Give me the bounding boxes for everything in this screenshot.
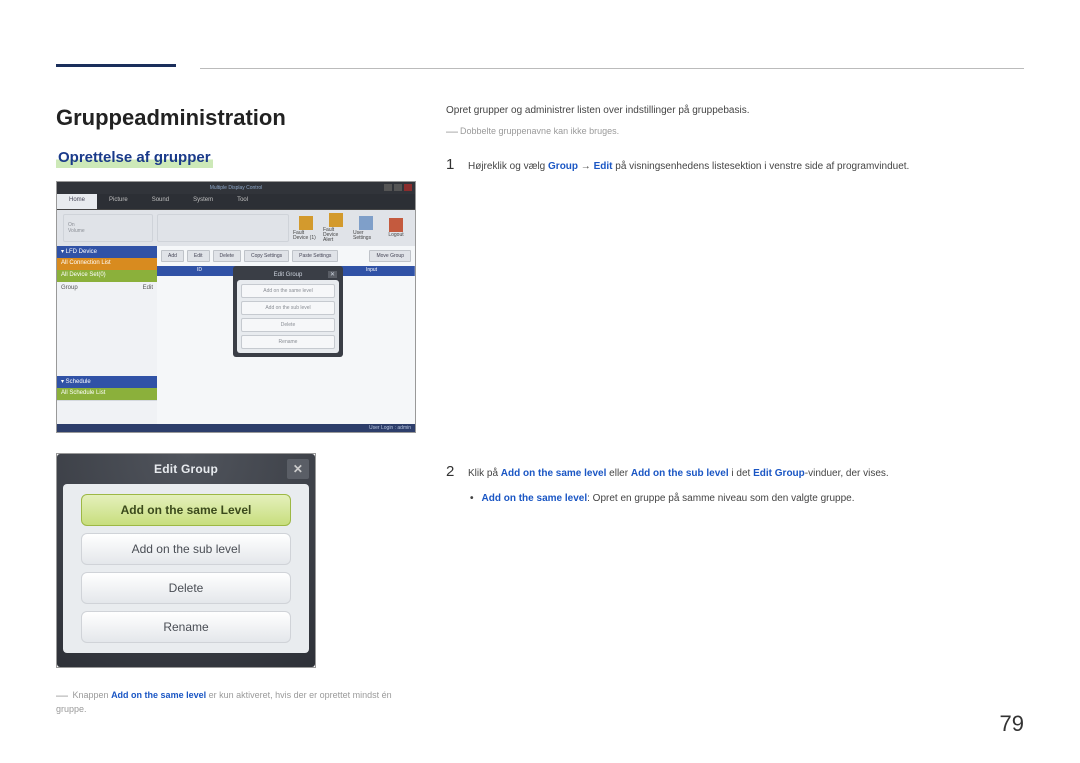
minimize-icon[interactable] bbox=[384, 184, 392, 191]
heading-h2: Oprettelse af grupper bbox=[56, 147, 213, 168]
tab-tool[interactable]: Tool bbox=[225, 194, 260, 209]
warning-icon bbox=[299, 216, 313, 230]
right-column: Opret grupper og administrer listen over… bbox=[446, 105, 1024, 715]
screenshot-edit-group-dialog: Edit Group ✕ Add on the same Level Add o… bbox=[56, 453, 316, 668]
btn-edit[interactable]: Edit bbox=[187, 250, 210, 262]
sidebar-item-all-connection[interactable]: All Connection List bbox=[57, 258, 157, 270]
intro-text: Opret grupper og administrer listen over… bbox=[446, 105, 1024, 116]
tab-picture[interactable]: Picture bbox=[97, 194, 140, 209]
toolbar-user-settings[interactable]: User Settings bbox=[353, 216, 379, 241]
mdc-titlebar: Multiple Display Control bbox=[57, 182, 415, 194]
editgroup-title: Edit Group ✕ bbox=[57, 454, 315, 484]
toolbar-group-spacer bbox=[157, 214, 289, 242]
sidebar-header-schedule[interactable]: ▾ Schedule bbox=[57, 376, 157, 388]
popup-btn-rename[interactable]: Rename bbox=[241, 335, 335, 349]
btn-delete[interactable]: Delete bbox=[213, 250, 241, 262]
two-column-layout: Gruppeadministration Oprettelse af grupp… bbox=[56, 60, 1024, 715]
window-buttons bbox=[384, 184, 412, 191]
btn-copy[interactable]: Copy Settings bbox=[244, 250, 289, 262]
mdc-statusbar: User Login : admin bbox=[57, 424, 415, 432]
col-id: ID bbox=[157, 266, 243, 276]
mdc-tabs: Home Picture Sound System Tool bbox=[57, 194, 415, 210]
step-2: 2 Klik på Add on the same level eller Ad… bbox=[446, 463, 1024, 481]
toolbar-logout[interactable]: Logout bbox=[383, 218, 409, 238]
popup-btn-delete[interactable]: Delete bbox=[241, 318, 335, 332]
note-duplicate-names: ―Dobbelte gruppenavne kan ikke bruges. bbox=[446, 124, 1024, 138]
toolbar-fault-alert[interactable]: Fault Device Alert bbox=[323, 213, 349, 243]
mdc-toolbar: OnVolume Fault Device (1) Fault Device A… bbox=[57, 210, 415, 246]
tab-home[interactable]: Home bbox=[57, 194, 97, 209]
alert-icon bbox=[329, 213, 343, 227]
logout-icon bbox=[389, 218, 403, 232]
maximize-icon[interactable] bbox=[394, 184, 402, 191]
heading-h1: Gruppeadministration bbox=[56, 105, 416, 131]
editgroup-btn-delete[interactable]: Delete bbox=[81, 572, 291, 604]
popup-title: Edit Group bbox=[237, 270, 339, 280]
toolbar-group-power: OnVolume bbox=[63, 214, 153, 242]
btn-add[interactable]: Add bbox=[161, 250, 184, 262]
sidebar-item-group[interactable]: Group Edit bbox=[57, 282, 157, 294]
sidebar-header-lfd[interactable]: ▾ LFD Device bbox=[57, 246, 157, 258]
page-number: 79 bbox=[1000, 711, 1024, 737]
step-1: 1 Højreklik og vælg Group → Edit på visn… bbox=[446, 156, 1024, 174]
btn-move-group[interactable]: Move Group bbox=[369, 250, 411, 262]
sidebar-item-all-schedule[interactable]: All Schedule List bbox=[57, 388, 157, 400]
step-number: 1 bbox=[446, 156, 456, 174]
editgroup-btn-sub-level[interactable]: Add on the sub level bbox=[81, 533, 291, 565]
tab-system[interactable]: System bbox=[181, 194, 225, 209]
mdc-main-area: Add Edit Delete Copy Settings Paste Sett… bbox=[157, 246, 415, 424]
toolbar-fault-device[interactable]: Fault Device (1) bbox=[293, 216, 319, 241]
mdc-sidebar: ▾ LFD Device All Connection List All Dev… bbox=[57, 246, 157, 424]
btn-paste[interactable]: Paste Settings bbox=[292, 250, 338, 262]
tab-sound[interactable]: Sound bbox=[140, 194, 181, 209]
header-divider bbox=[200, 68, 1024, 69]
edit-group-popup: Edit Group Add on the same level Add on … bbox=[233, 266, 343, 357]
document-page: Gruppeadministration Oprettelse af grupp… bbox=[0, 0, 1080, 715]
header-accent-bar bbox=[56, 64, 176, 67]
step-text: Højreklik og vælg Group → Edit på visnin… bbox=[468, 156, 909, 174]
step-text: Klik på Add on the same level eller Add … bbox=[468, 463, 889, 481]
mdc-title-text: Multiple Display Control bbox=[210, 185, 263, 191]
step-number: 2 bbox=[446, 463, 456, 481]
sidebar-item-all-device-set[interactable]: All Device Set(0) bbox=[57, 270, 157, 282]
popup-btn-sub-level[interactable]: Add on the sub level bbox=[241, 301, 335, 315]
editgroup-btn-same-level[interactable]: Add on the same Level bbox=[81, 494, 291, 526]
user-icon bbox=[359, 216, 373, 230]
footnote-same-level: ― Knappen Add on the same level er kun a… bbox=[56, 688, 416, 715]
editgroup-btn-rename[interactable]: Rename bbox=[81, 611, 291, 643]
close-icon[interactable]: ✕ bbox=[287, 459, 309, 479]
screenshot-mdc-window: Multiple Display Control Home Picture So… bbox=[56, 181, 416, 433]
step-2-bullet: • Add on the same level: Opret en gruppe… bbox=[470, 493, 1024, 504]
left-column: Gruppeadministration Oprettelse af grupp… bbox=[56, 105, 416, 715]
popup-btn-same-level[interactable]: Add on the same level bbox=[241, 284, 335, 298]
close-icon[interactable] bbox=[404, 184, 412, 191]
